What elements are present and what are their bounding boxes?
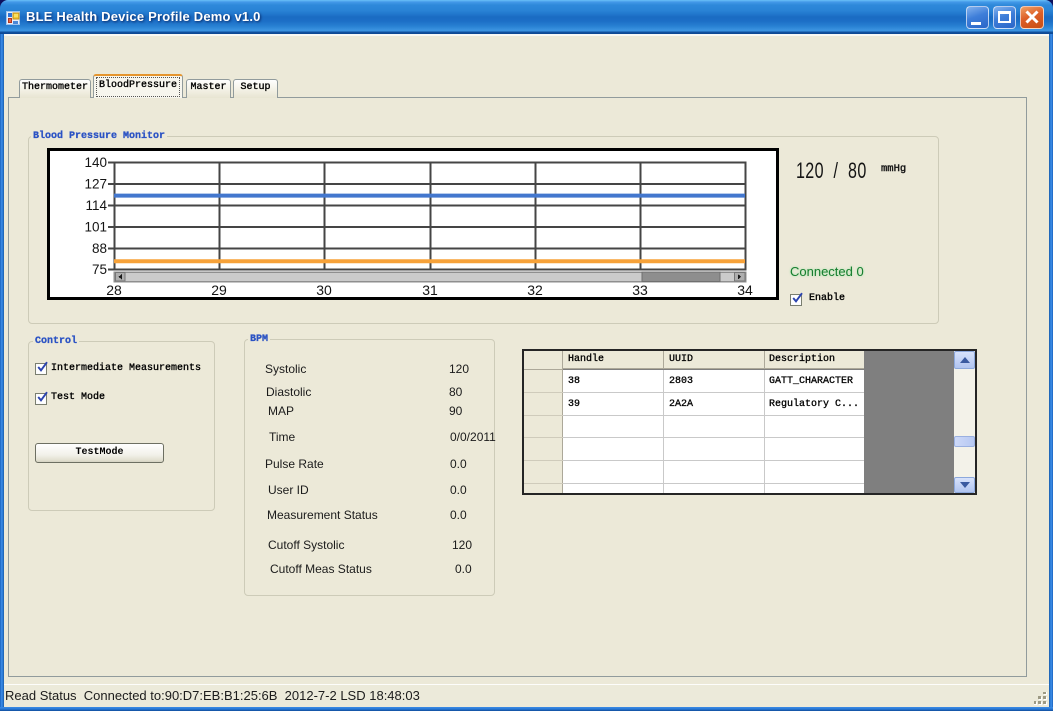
svg-text:34: 34 xyxy=(737,282,753,298)
svg-text:127: 127 xyxy=(84,177,107,192)
svg-text:32: 32 xyxy=(527,282,543,298)
svg-text:28: 28 xyxy=(106,282,122,298)
svg-text:33: 33 xyxy=(632,282,648,298)
svg-text:101: 101 xyxy=(84,220,107,235)
svg-text:30: 30 xyxy=(316,282,332,298)
svg-text:31: 31 xyxy=(422,282,438,298)
svg-text:29: 29 xyxy=(211,282,227,298)
svg-text:140: 140 xyxy=(84,155,107,170)
svg-text:114: 114 xyxy=(85,198,107,213)
svg-text:75: 75 xyxy=(92,262,107,277)
svg-text:88: 88 xyxy=(92,241,107,256)
